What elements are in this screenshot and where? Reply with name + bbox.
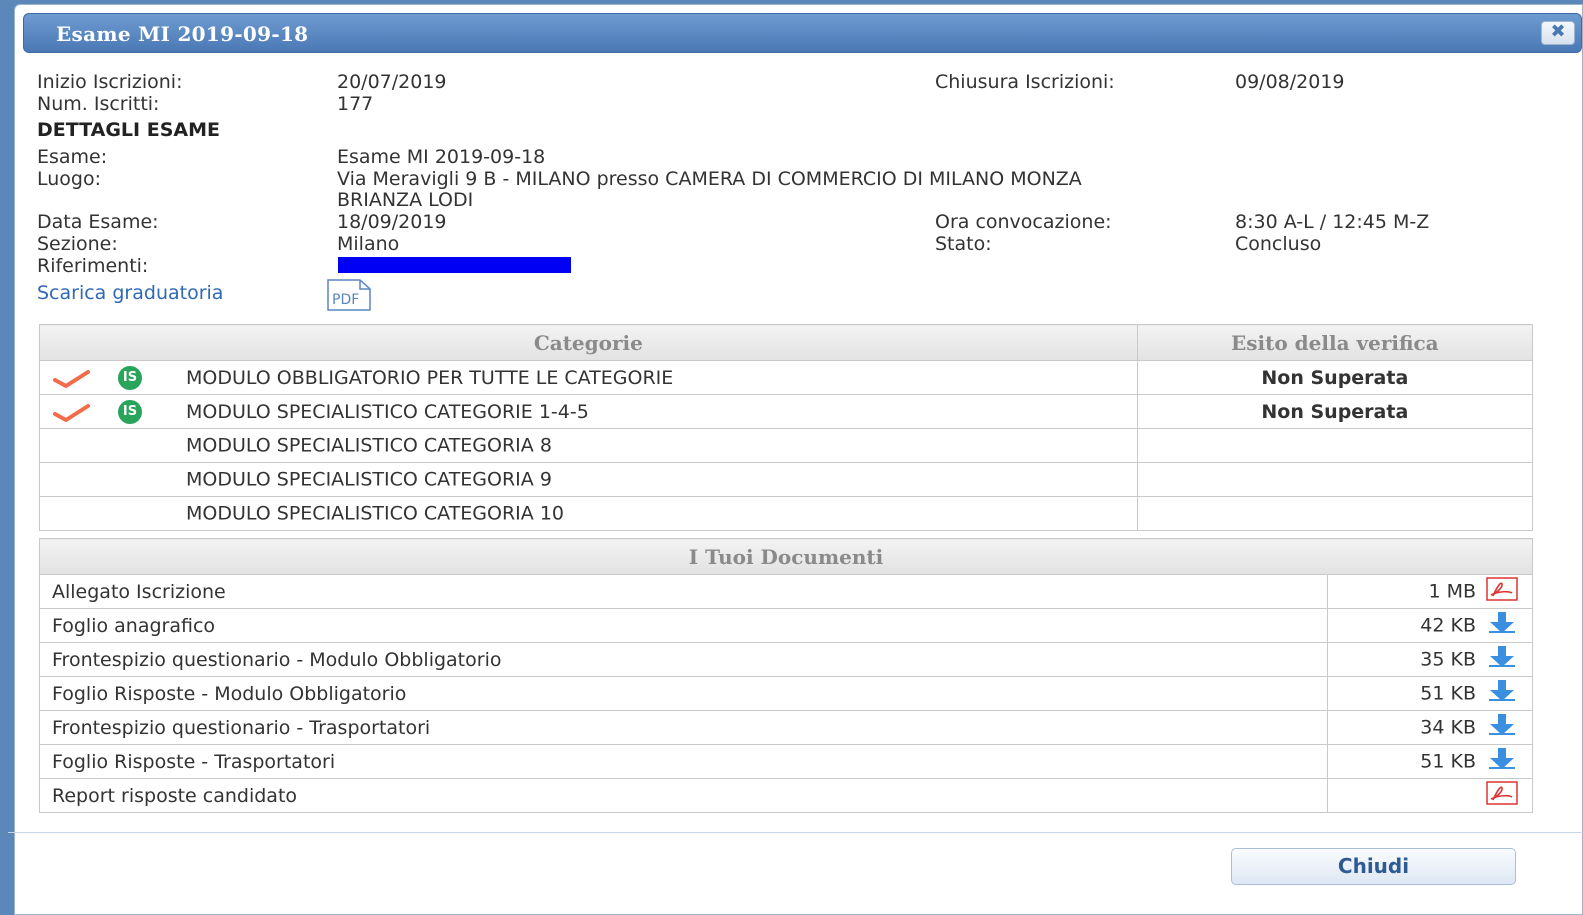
- pdf-icon[interactable]: PDF: [326, 277, 372, 311]
- categoria-cell: MODULO SPECIALISTICO CATEGORIA 10: [39, 496, 1138, 531]
- document-row: Frontespizio questionario - Modulo Obbli…: [39, 642, 1533, 677]
- chiusura-value: 09/08/2019: [1235, 71, 1345, 93]
- sezione-value: Milano: [337, 233, 400, 255]
- luogo-value: Via Meravigli 9 B - MILANO presso CAMERA…: [337, 168, 1082, 190]
- document-size: 35 KB: [1420, 648, 1476, 671]
- esito-cell: Non Superata: [1136, 360, 1534, 395]
- categoria-cell: IS MODULO OBBLIGATORIO PER TUTTE LE CATEG…: [39, 360, 1138, 395]
- categoria-name: MODULO SPECIALISTICO CATEGORIA 10: [186, 502, 564, 525]
- categoria-name: MODULO SPECIALISTICO CATEGORIA 9: [186, 468, 552, 491]
- table-row: MODULO SPECIALISTICO CATEGORIA 9: [39, 462, 1534, 497]
- document-size-cell: 42 KB: [1327, 608, 1533, 643]
- chiusura-label: Chiusura Iscrizioni:: [935, 71, 1115, 93]
- document-name: Report risposte candidato: [39, 778, 1328, 813]
- documenti-table: I Tuoi Documenti Allegato Iscrizione 1 MB…: [39, 538, 1533, 813]
- sezione-label: Sezione:: [37, 233, 118, 255]
- chiudi-button[interactable]: Chiudi: [1231, 848, 1516, 885]
- document-size-cell: 51 KB: [1327, 744, 1533, 779]
- document-size: 51 KB: [1420, 750, 1476, 773]
- document-row: Report risposte candidato: [39, 778, 1533, 813]
- data-value: 18/09/2019: [337, 211, 447, 233]
- document-size-cell: 1 MB: [1327, 574, 1533, 609]
- download-arrow-icon[interactable]: [1476, 713, 1528, 742]
- check-icon: [53, 403, 90, 422]
- document-name: Foglio Risposte - Trasportatori: [39, 744, 1328, 779]
- redacted-riferimenti: [338, 257, 571, 273]
- esito-cell: [1136, 496, 1534, 531]
- pdf-icon[interactable]: [1476, 781, 1528, 810]
- dettagli-heading: DETTAGLI ESAME: [37, 119, 220, 141]
- categoria-name: MODULO SPECIALISTICO CATEGORIE 1-4-5: [186, 400, 589, 423]
- inizio-label: Inizio Iscrizioni:: [37, 71, 183, 93]
- document-size-cell: 51 KB: [1327, 676, 1533, 711]
- close-icon[interactable]: ✖: [1541, 21, 1575, 45]
- stato-value: Concluso: [1235, 233, 1322, 255]
- table-row: MODULO SPECIALISTICO CATEGORIA 8: [39, 428, 1534, 463]
- categoria-cell: MODULO SPECIALISTICO CATEGORIA 8: [39, 428, 1138, 463]
- scarica-graduatoria-link[interactable]: Scarica graduatoria: [37, 282, 223, 304]
- header-categorie: Categorie: [39, 324, 1138, 361]
- riferimenti-label: Riferimenti:: [37, 255, 149, 277]
- categoria-name: MODULO OBBLIGATORIO PER TUTTE LE CATEGOR…: [186, 366, 674, 389]
- download-arrow-icon[interactable]: [1476, 611, 1528, 640]
- esito-cell: [1136, 428, 1534, 463]
- document-size-cell: 34 KB: [1327, 710, 1533, 745]
- row-icons: IS: [52, 365, 186, 390]
- dialog-title: Esame MI 2019-09-18: [56, 22, 309, 46]
- is-badge-icon: IS: [118, 399, 142, 424]
- inizio-value: 20/07/2019: [337, 71, 447, 93]
- row-icons: IS: [52, 399, 186, 424]
- document-row: Frontespizio questionario - Trasportator…: [39, 710, 1533, 745]
- dialog-titlebar: Esame MI 2019-09-18 ✖: [23, 13, 1582, 53]
- check-icon: [53, 369, 90, 388]
- stato-label: Stato:: [935, 233, 992, 255]
- categorie-table: Categorie Esito della verifica IS MODULO …: [39, 324, 1534, 531]
- data-label: Data Esame:: [37, 211, 159, 233]
- esito-cell: Non Superata: [1136, 394, 1534, 429]
- download-arrow-icon[interactable]: [1476, 747, 1528, 776]
- footer-divider: [8, 832, 1583, 833]
- document-row: Foglio anagrafico 42 KB: [39, 608, 1533, 643]
- download-arrow-icon[interactable]: [1476, 645, 1528, 674]
- svg-text:PDF: PDF: [332, 292, 359, 308]
- luogo-label: Luogo:: [37, 168, 102, 190]
- table-row: IS MODULO SPECIALISTICO CATEGORIE 1-4-5 No…: [39, 394, 1534, 429]
- categoria-cell: IS MODULO SPECIALISTICO CATEGORIE 1-4-5: [39, 394, 1138, 429]
- esito-cell: [1136, 462, 1534, 497]
- document-size: 1 MB: [1428, 580, 1476, 603]
- pdf-icon[interactable]: [1476, 577, 1528, 606]
- document-size: 42 KB: [1420, 614, 1476, 637]
- categoria-cell: MODULO SPECIALISTICO CATEGORIA 9: [39, 462, 1138, 497]
- table-row: IS MODULO OBBLIGATORIO PER TUTTE LE CATEG…: [39, 360, 1534, 395]
- document-size: 34 KB: [1420, 716, 1476, 739]
- document-size-cell: 35 KB: [1327, 642, 1533, 677]
- document-row: Foglio Risposte - Modulo Obbligatorio 51 …: [39, 676, 1533, 711]
- document-size-cell: [1327, 778, 1533, 813]
- document-size: 51 KB: [1420, 682, 1476, 705]
- categoria-name: MODULO SPECIALISTICO CATEGORIA 8: [186, 434, 552, 457]
- table-row: MODULO SPECIALISTICO CATEGORIA 10: [39, 496, 1534, 531]
- header-esito: Esito della verifica: [1136, 324, 1534, 361]
- ora-label: Ora convocazione:: [935, 211, 1112, 233]
- document-name: Foglio anagrafico: [39, 608, 1328, 643]
- iscritti-value: 177: [337, 93, 374, 115]
- iscritti-label: Num. Iscritti:: [37, 93, 160, 115]
- header-documenti: I Tuoi Documenti: [39, 538, 1533, 575]
- esame-label: Esame:: [37, 146, 108, 168]
- document-name: Frontespizio questionario - Modulo Obbli…: [39, 642, 1328, 677]
- is-badge-icon: IS: [118, 365, 142, 390]
- document-name: Foglio Risposte - Modulo Obbligatorio: [39, 676, 1328, 711]
- ora-value: 8:30 A-L / 12:45 M-Z: [1235, 211, 1430, 233]
- document-row: Foglio Risposte - Trasportatori 51 KB: [39, 744, 1533, 779]
- document-name: Frontespizio questionario - Trasportator…: [39, 710, 1328, 745]
- download-arrow-icon[interactable]: [1476, 679, 1528, 708]
- document-row: Allegato Iscrizione 1 MB: [39, 574, 1533, 609]
- esame-value: Esame MI 2019-09-18: [337, 146, 546, 168]
- luogo-value-line2: BRIANZA LODI: [337, 189, 474, 211]
- document-name: Allegato Iscrizione: [39, 574, 1328, 609]
